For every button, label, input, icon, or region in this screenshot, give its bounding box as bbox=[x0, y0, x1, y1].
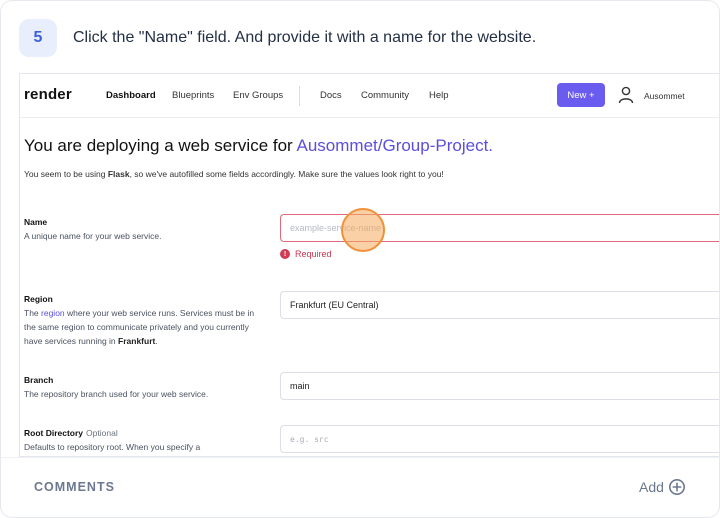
step-header: 5 Click the "Name" field. And provide it… bbox=[19, 19, 536, 57]
step-instruction: Click the "Name" field. And provide it w… bbox=[73, 29, 537, 46]
screenshot-panel: render Dashboard Blueprints Env Groups D… bbox=[19, 73, 719, 457]
root-directory-input[interactable]: e.g. src bbox=[280, 425, 719, 453]
root-directory-placeholder: e.g. src bbox=[290, 434, 329, 444]
branch-value: main bbox=[290, 381, 310, 391]
root-directory-label: Root Directory Optional bbox=[24, 428, 118, 438]
page-title-prefix: You are deploying a web service for bbox=[24, 136, 297, 155]
plus-circle-icon bbox=[668, 479, 685, 495]
page-title: You are deploying a web service for Auso… bbox=[24, 136, 493, 156]
subtitle-text-before: You seem to be using bbox=[24, 169, 108, 179]
repo-link[interactable]: Ausommet/Group-Project. bbox=[297, 136, 494, 155]
subtitle-text-after: , so we've autofilled some fields accord… bbox=[129, 169, 444, 179]
nav-dashboard[interactable]: Dashboard bbox=[106, 90, 156, 101]
name-error: ! Required bbox=[280, 249, 332, 259]
region-current: Frankfurt bbox=[118, 336, 156, 346]
region-description: The region where your web service runs. … bbox=[24, 306, 264, 348]
region-desc-end: . bbox=[155, 336, 158, 346]
nav-env-groups[interactable]: Env Groups bbox=[233, 90, 283, 101]
root-directory-label-text: Root Directory bbox=[24, 428, 84, 438]
comments-footer: COMMENTS Add bbox=[1, 457, 719, 517]
region-link[interactable]: region bbox=[41, 308, 65, 318]
region-select[interactable]: Frankfurt (EU Central) bbox=[280, 291, 719, 319]
add-comment-label: Add bbox=[639, 479, 664, 495]
nav-docs[interactable]: Docs bbox=[320, 90, 342, 101]
nav-divider bbox=[299, 86, 300, 106]
name-error-text: Required bbox=[295, 249, 332, 259]
comments-heading: COMMENTS bbox=[34, 480, 115, 494]
error-icon: ! bbox=[280, 249, 290, 259]
add-comment-button[interactable]: Add bbox=[639, 478, 686, 496]
framework-name: Flask bbox=[107, 169, 130, 179]
region-label: Region bbox=[24, 294, 53, 304]
tutorial-step-card: 5 Click the "Name" field. And provide it… bbox=[0, 0, 720, 518]
optional-tag: Optional bbox=[86, 428, 118, 438]
name-description: A unique name for your web service. bbox=[24, 231, 162, 241]
user-name[interactable]: Ausommet bbox=[644, 91, 685, 101]
user-icon[interactable] bbox=[618, 86, 634, 104]
branch-label: Branch bbox=[24, 375, 54, 385]
step-number-badge: 5 bbox=[19, 19, 57, 57]
new-button[interactable]: New + bbox=[557, 83, 605, 107]
region-desc-before: The bbox=[24, 308, 42, 318]
nav-blueprints[interactable]: Blueprints bbox=[172, 90, 214, 101]
render-logo[interactable]: render bbox=[24, 86, 72, 103]
render-topbar: render Dashboard Blueprints Env Groups D… bbox=[20, 74, 719, 118]
nav-help[interactable]: Help bbox=[429, 90, 449, 101]
region-value: Frankfurt (EU Central) bbox=[290, 300, 379, 310]
nav-community[interactable]: Community bbox=[361, 90, 409, 101]
root-directory-description: Defaults to repository root. When you sp… bbox=[24, 442, 201, 452]
page-subtitle: You seem to be using Flask, so we've aut… bbox=[24, 169, 444, 179]
branch-select[interactable]: main bbox=[280, 372, 719, 400]
branch-description: The repository branch used for your web … bbox=[24, 389, 209, 399]
name-label: Name bbox=[24, 217, 48, 227]
click-marker bbox=[341, 208, 385, 252]
